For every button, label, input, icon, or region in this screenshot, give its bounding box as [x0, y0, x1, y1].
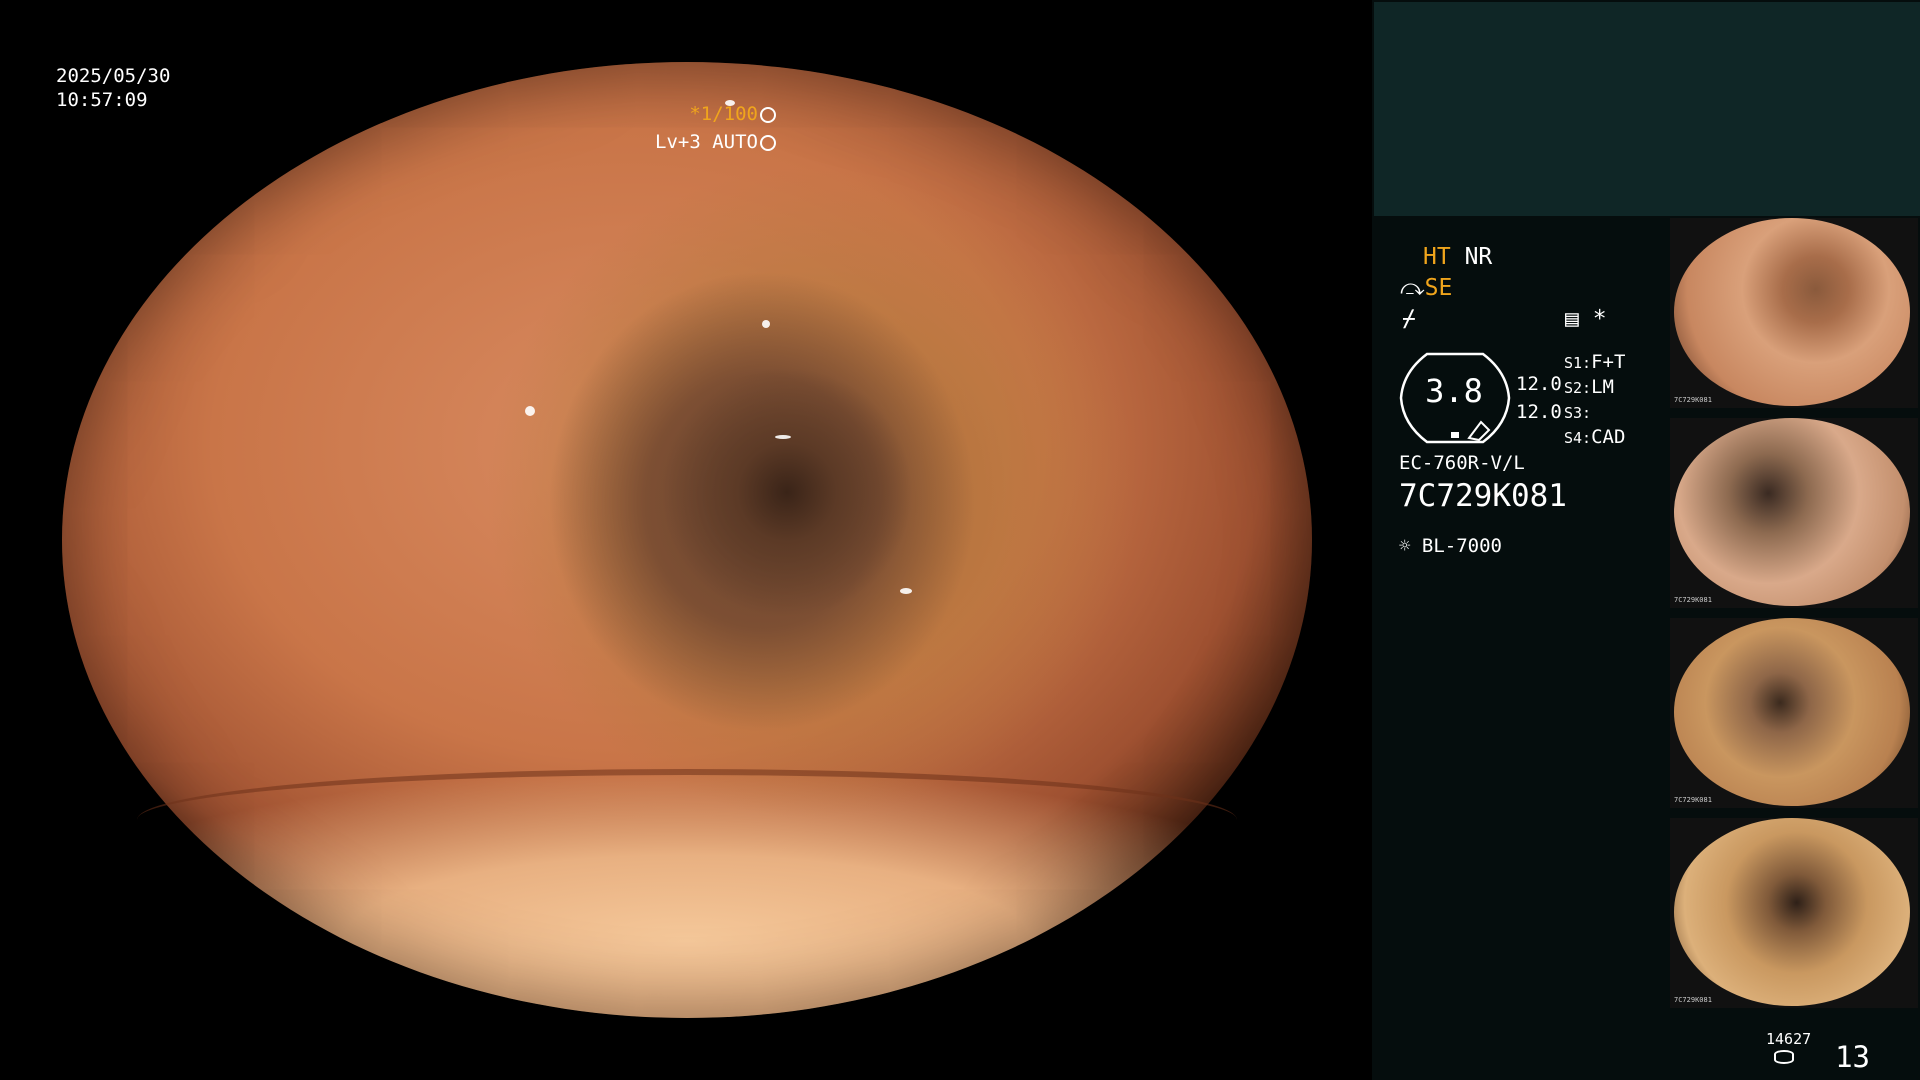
asterisk-indicator: * — [1592, 306, 1607, 332]
se-indicator: SE — [1424, 275, 1453, 301]
preset-key: S1: — [1564, 354, 1592, 372]
thumbnail-image — [1674, 418, 1910, 606]
pulse-icon: ⌿ — [1402, 306, 1416, 332]
record-row: ▤ * — [1565, 305, 1607, 333]
list-icon: ▤ — [1565, 306, 1579, 332]
preset-key: S4: — [1564, 429, 1592, 447]
preset-key: S2: — [1564, 379, 1592, 397]
nr-indicator: NR — [1464, 244, 1493, 270]
thumbnail-image — [1674, 818, 1910, 1006]
iris-value: 3.8 — [1425, 372, 1483, 410]
preset-value: LM — [1591, 376, 1614, 398]
value-line-2: 12.0 — [1516, 401, 1562, 423]
auto-exposure-icon — [760, 134, 776, 151]
preset-key: S3: — [1564, 404, 1592, 422]
endoscopic-image — [62, 62, 1312, 1018]
iris-gauge: 3.8 — [1399, 352, 1511, 444]
image-counter: 13 — [1835, 1040, 1870, 1074]
light-source-label: BL-7000 — [1421, 535, 1502, 557]
shutter-icon — [760, 106, 776, 123]
thumbnail-image — [1674, 218, 1910, 406]
value-line-1: 12.0 — [1516, 373, 1562, 395]
thumbnail-caption: 7C729K081 — [1674, 596, 1712, 604]
thumbnail-caption: 7C729K081 — [1674, 796, 1712, 804]
storage-count: 14627 — [1766, 1030, 1812, 1048]
date-label: 2025/05/30 — [56, 65, 171, 87]
thumbnail[interactable]: 7C729K081 — [1670, 418, 1918, 608]
preset-s4: S4:CAD — [1564, 423, 1625, 452]
pulse-row: ⌿ — [1402, 305, 1416, 333]
light-reflection — [762, 320, 770, 329]
storage-indicator: 14627 — [1766, 1030, 1812, 1064]
thumbnail-caption: 7C729K081 — [1674, 396, 1712, 404]
light-reflection — [524, 406, 535, 417]
sun-icon: ☼ — [1399, 535, 1411, 557]
scope-model: EC-760R-V/L — [1399, 452, 1525, 474]
mucosal-fold — [137, 769, 1237, 871]
thumbnail[interactable]: 7C729K081 — [1670, 818, 1918, 1008]
top-info-block — [1374, 2, 1920, 216]
thumbnail-image — [1674, 618, 1910, 806]
shutter-speed: *1/100 — [689, 103, 758, 125]
structure-row: ⤼SE — [1400, 274, 1452, 302]
database-icon — [1774, 1050, 1794, 1064]
thumbnail[interactable]: 7C729K081 — [1670, 218, 1918, 408]
hook-icon: ⤼ — [1400, 275, 1425, 301]
endoscope-live-view: 2025/05/30 10:57:09 *1/100 Lv+3 AUTO — [0, 0, 1372, 1080]
preset-value: CAD — [1591, 426, 1626, 448]
exposure-status: *1/100 Lv+3 AUTO — [655, 100, 776, 156]
brightness-level: Lv+3 — [655, 131, 701, 153]
ht-indicator: HT — [1423, 244, 1451, 270]
light-source-row: ☼ BL-7000 — [1399, 532, 1502, 560]
exposure-mode: AUTO — [712, 131, 758, 153]
light-reflection — [774, 434, 791, 439]
thumbnail[interactable]: 7C729K081 — [1670, 618, 1918, 808]
time-label: 10:57:09 — [56, 89, 148, 111]
enhancement-row: HT NR — [1423, 243, 1492, 271]
thumbnail-caption: 7C729K081 — [1674, 996, 1712, 1004]
preset-value: F+T — [1591, 351, 1626, 373]
date-time-display: 2025/05/30 10:57:09 — [56, 64, 170, 112]
scope-serial: 7C729K081 — [1399, 478, 1567, 514]
light-reflection — [899, 587, 912, 594]
